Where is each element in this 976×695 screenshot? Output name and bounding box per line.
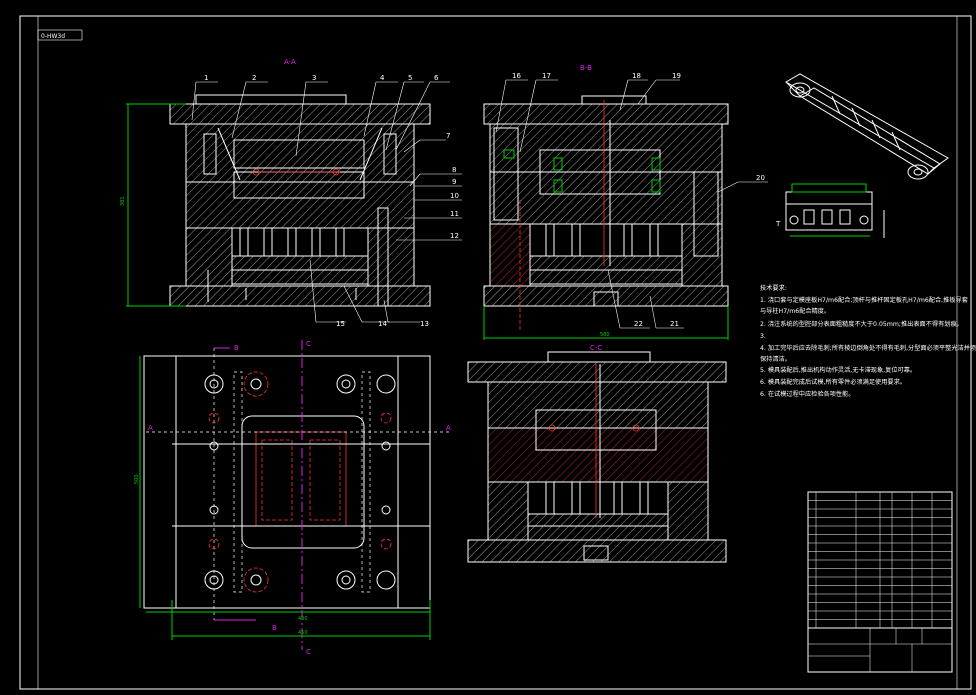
note-line-1: 1. 浇口套与定模座板H7/m6配合;顶杆与推杆固定板孔H7/m6配合,推板导套	[760, 296, 968, 304]
callout-7: 7	[446, 132, 450, 140]
section-mark-a-right: A	[446, 424, 451, 432]
aa-bottom-plate	[169, 285, 431, 307]
cc-fixed-plate	[487, 381, 709, 429]
callout-18: 18	[632, 72, 641, 80]
note-line-7: 5. 模具装配后,推出机构动作灵活,无卡滞现象,复位可靠。	[760, 366, 916, 374]
note-line-8: 6. 模具装配完成后试模,所有零件必须满足使用要求。	[760, 378, 906, 386]
note-line-9: 6. 在试模过程中应检验各项性能。	[760, 390, 855, 398]
callout-5: 5	[408, 74, 412, 82]
view-bb-label: B-B	[580, 64, 592, 72]
callout-21: 21	[670, 320, 679, 328]
bb-width-dim: 580	[600, 332, 610, 338]
note-line-6: 保持清洁。	[760, 355, 791, 363]
cc-top-plate	[467, 361, 727, 383]
callout-10: 10	[450, 192, 459, 200]
cc-moving-plate	[487, 427, 709, 483]
plan-width-inner: 400	[298, 616, 308, 622]
notes-title: 技术要求:	[760, 284, 787, 292]
callout-12: 12	[450, 232, 459, 240]
cc-support-right	[667, 481, 709, 541]
part-small-view: T	[775, 183, 885, 238]
section-mark-b-bottom: B	[272, 624, 277, 632]
section-mark-c-top: C	[306, 340, 311, 348]
part-isometric	[784, 73, 949, 180]
callout-17: 17	[542, 72, 551, 80]
bb-moving-plate	[489, 171, 723, 225]
callout-1: 1	[204, 74, 208, 82]
view-aa-label: A-A	[284, 58, 296, 66]
note-line-2: 与导柱H7/m6配合精度。	[760, 307, 830, 315]
callout-14: 14	[378, 320, 387, 328]
detail-t-label: T	[775, 220, 781, 228]
section-mark-b-top: B	[234, 344, 239, 352]
note-line-5: 4. 加工完毕后应去除毛刺;所有棱边倒角处不得有毛刺,分型面必须平整光洁并须	[760, 344, 976, 352]
view-cc-label: C-C	[590, 344, 602, 352]
view-aa: A-A 381	[120, 58, 431, 307]
aa-support-left	[185, 227, 233, 287]
callout-20: 20	[756, 174, 765, 182]
bb-support-right	[681, 223, 723, 287]
aa-moving-plate	[185, 181, 415, 229]
bb-top-plate	[483, 103, 729, 125]
bb-bottom-plate	[483, 285, 729, 307]
section-mark-a-left: A	[148, 424, 153, 432]
callout-2: 2	[252, 74, 256, 82]
callout-22: 22	[634, 320, 643, 328]
view-cc: C-C	[467, 344, 727, 563]
callout-15: 15	[336, 320, 345, 328]
callout-8: 8	[452, 166, 456, 174]
callout-19: 19	[672, 72, 681, 80]
callout-11: 11	[450, 210, 459, 218]
view-bb: B-B 580	[483, 64, 729, 340]
view-plan: 450 400 500 B B C C A A	[134, 340, 452, 656]
tag-text: 0-HW3d	[41, 33, 65, 40]
callout-9: 9	[452, 178, 456, 186]
title-block	[807, 491, 953, 673]
note-line-3: 2. 浇注系统的型腔部分表面粗糙度不大于0.05mm;推出表面不得有划痕。	[760, 320, 963, 328]
aa-support-right	[367, 227, 415, 287]
plan-height-dim: 500	[134, 474, 140, 484]
cc-support-left	[487, 481, 529, 541]
aa-height-dim: 381	[120, 196, 126, 206]
bb-support-left	[489, 223, 531, 287]
section-mark-c-bottom: C	[306, 648, 311, 656]
plan-width-outer: 450	[298, 630, 308, 636]
callout-4: 4	[380, 74, 385, 82]
callout-16: 16	[512, 72, 521, 80]
tech-notes: 技术要求: 1. 浇口套与定模座板H7/m6配合;顶杆与推杆固定板孔H7/m6配…	[760, 284, 976, 398]
callout-13: 13	[420, 320, 429, 328]
aa-top-plate	[169, 103, 431, 125]
note-line-4: 3.	[760, 333, 766, 340]
callout-3: 3	[312, 74, 316, 82]
cad-drawing: 0-HW3d A-A 381 1 2 3 4 5 6 7 8 9 10 11 1…	[19, 15, 976, 690]
cc-bottom-plate	[467, 539, 727, 563]
callout-6: 6	[434, 74, 439, 82]
